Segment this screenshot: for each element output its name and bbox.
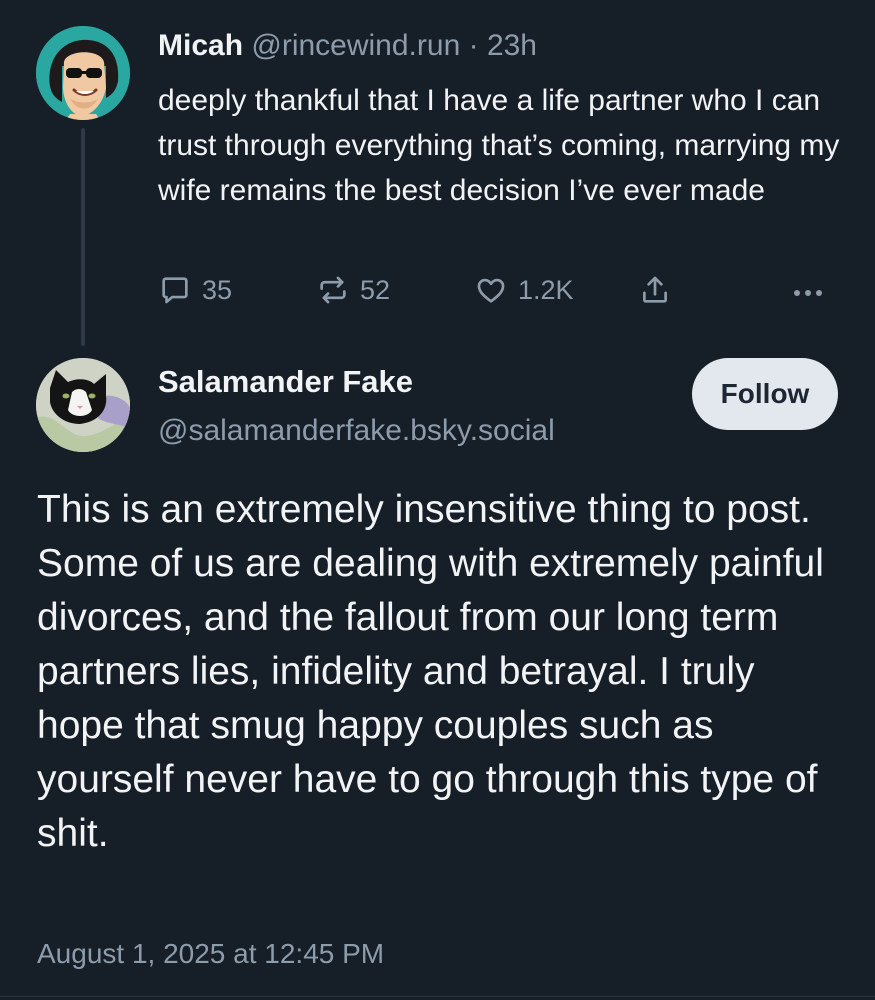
- more-options-button[interactable]: [790, 270, 826, 310]
- reply-post-text: This is an extremely insensitive thing t…: [37, 488, 824, 855]
- reply-author-handle[interactable]: @salamanderfake.bsky.social: [158, 411, 555, 451]
- parent-post-text: deeply thankful that I have a life partn…: [158, 84, 840, 207]
- reply-count: 35: [202, 274, 233, 305]
- parent-author-name[interactable]: Micah: [158, 29, 243, 62]
- like-count: 1.2K: [518, 274, 574, 305]
- cartoon-man-avatar-icon: [36, 26, 130, 120]
- like-button[interactable]: 1.2K: [474, 270, 574, 310]
- share-button[interactable]: [638, 270, 672, 310]
- parent-post-header: Micah @rincewind.run · 23h: [158, 27, 537, 65]
- cat-avatar-icon: [36, 358, 130, 452]
- parent-post-actions: 35 52 1.2K: [158, 270, 838, 310]
- repost-arrows-icon: [320, 276, 346, 304]
- ellipsis-icon: [794, 290, 822, 296]
- reply-author-name[interactable]: Salamander Fake: [158, 362, 413, 402]
- parent-post-age[interactable]: 23h: [487, 29, 537, 62]
- reply-timestamp: August 1, 2025 at 12:45 PM: [37, 938, 385, 969]
- repost-count: 52: [360, 274, 391, 305]
- reply-button[interactable]: 35: [158, 270, 232, 310]
- micah-avatar[interactable]: [36, 26, 130, 120]
- post-thread-view: Micah @rincewind.run · 23h deeply thankf…: [0, 0, 875, 1000]
- salamander-avatar[interactable]: [36, 358, 130, 452]
- speech-bubble-icon: [162, 277, 188, 304]
- bottom-divider: [0, 996, 875, 997]
- thread-connector-line: [81, 128, 85, 346]
- share-upload-icon: [643, 276, 667, 303]
- header-separator: ·: [468, 29, 479, 62]
- parent-author-handle[interactable]: @rincewind.run: [251, 29, 460, 62]
- heart-icon: [477, 278, 505, 303]
- repost-button[interactable]: 52: [316, 270, 390, 310]
- follow-button[interactable]: Follow: [692, 358, 838, 430]
